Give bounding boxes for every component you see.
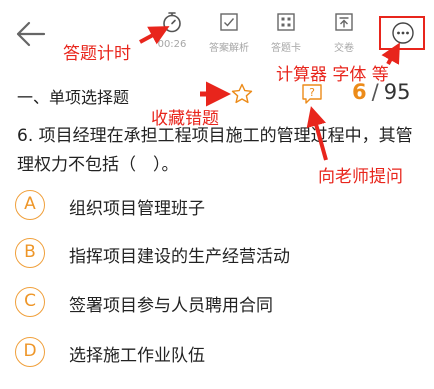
- annotation-favorite: 收藏错题: [151, 109, 219, 129]
- analysis-button[interactable]: 答案解析: [199, 8, 259, 56]
- option-a[interactable]: A 组织项目管理班子: [15, 190, 419, 224]
- option-letter: A: [15, 190, 45, 220]
- more-button[interactable]: [391, 21, 415, 45]
- annotation-ask-teacher: 向老师提问: [318, 167, 403, 187]
- option-text: 指挥项目建设的生产经营活动: [69, 247, 290, 267]
- favorite-button[interactable]: [230, 82, 254, 106]
- timer-button[interactable]: 00:26: [142, 8, 202, 56]
- option-d[interactable]: D 选择施工作业队伍: [15, 337, 419, 371]
- back-button[interactable]: [16, 20, 46, 48]
- option-c[interactable]: C 签署项目参与人员聘用合同: [15, 287, 419, 321]
- answer-card-label: 答题卡: [271, 43, 301, 54]
- stopwatch-icon: [163, 12, 181, 33]
- more-highlight-box: [379, 16, 425, 50]
- option-text: 签署项目参与人员聘用合同: [69, 296, 273, 316]
- option-letter: C: [15, 287, 45, 317]
- answer-card-icon: [277, 13, 295, 31]
- option-letter: B: [15, 238, 45, 268]
- timer-label: 00:26: [157, 39, 187, 50]
- star-icon: [231, 83, 253, 104]
- option-text: 选择施工作业队伍: [69, 346, 205, 366]
- annotation-timer: 答题计时: [63, 44, 131, 64]
- submit-button[interactable]: 交卷: [314, 8, 374, 56]
- submit-icon: [335, 13, 353, 31]
- ask-question-icon: ?: [302, 84, 322, 104]
- option-letter: D: [15, 337, 45, 367]
- analysis-icon: [220, 13, 238, 31]
- more-icon: [392, 22, 414, 44]
- option-text: 组织项目管理班子: [69, 199, 205, 219]
- ask-question-button[interactable]: ?: [300, 82, 324, 106]
- analysis-label: 答案解析: [209, 43, 249, 54]
- answer-card-button[interactable]: 答题卡: [256, 8, 316, 56]
- annotation-calculator: 计算器 字体 等: [276, 65, 389, 85]
- back-arrow-icon: [16, 21, 46, 47]
- svg-text:?: ?: [309, 86, 315, 99]
- submit-label: 交卷: [334, 43, 354, 54]
- option-b[interactable]: B 指挥项目建设的生产经营活动: [15, 238, 419, 272]
- section-title: 一、单项选择题: [17, 88, 130, 107]
